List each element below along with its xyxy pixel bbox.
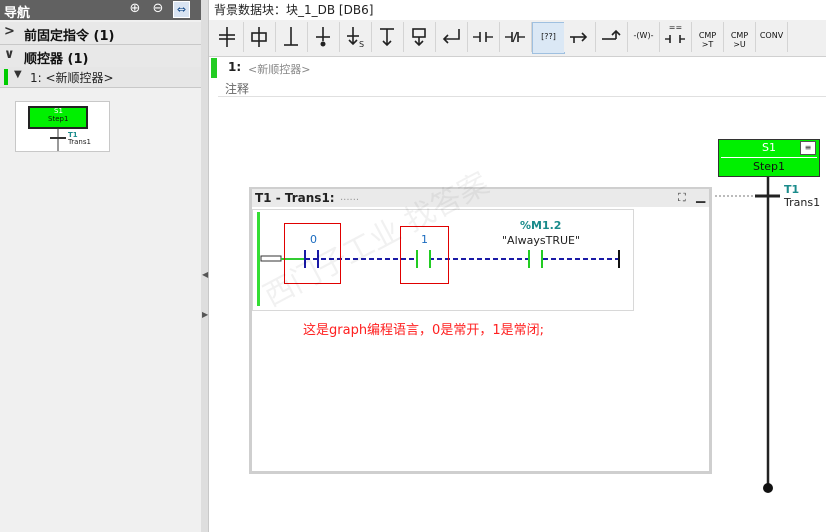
transition-name[interactable]: Trans1 bbox=[784, 196, 820, 209]
triangle-down-icon: ▼ bbox=[14, 69, 22, 80]
transition-popup-title: T1 - Trans1: bbox=[255, 191, 335, 205]
annotation-text: 这是graph编程语言，0是常开，1是常闭; bbox=[303, 323, 544, 338]
graph-toolbar: S [??] -(W)- == CMP >T CMP >U CONV bbox=[209, 20, 826, 57]
nav-row-pre-fixed[interactable]: > 前固定指令 (1) bbox=[0, 22, 201, 45]
sequence-chain-lines bbox=[715, 175, 780, 493]
contact-always-true[interactable] bbox=[526, 250, 546, 270]
coil-w-text: -(W)- bbox=[633, 31, 654, 40]
network-divider bbox=[218, 96, 826, 97]
zoom-in-icon[interactable]: ⊕ bbox=[127, 1, 143, 17]
nav-item-label: 1: <新顺控器> bbox=[30, 71, 114, 85]
alternative-branch-icon[interactable] bbox=[372, 22, 404, 52]
close-branch-icon[interactable] bbox=[596, 22, 628, 52]
branch-icon[interactable] bbox=[308, 22, 340, 52]
conv-text: CONV bbox=[759, 31, 784, 40]
nav-row-label: 顺控器 (1) bbox=[24, 52, 89, 67]
simultaneous-branch-icon[interactable] bbox=[404, 22, 436, 52]
transition-popup-name[interactable]: ...... bbox=[340, 192, 359, 203]
jump-icon[interactable] bbox=[436, 22, 468, 52]
nav-row-sequencer[interactable]: ∨ 顺控器 (1) bbox=[0, 45, 201, 68]
coil-w-icon[interactable]: -(W)- bbox=[628, 22, 660, 52]
svg-text:S: S bbox=[359, 40, 364, 49]
open-branch-icon[interactable] bbox=[564, 22, 596, 52]
compare-icon[interactable]: == bbox=[660, 22, 692, 52]
network-comment[interactable]: 注释 bbox=[225, 80, 249, 97]
transition-icon[interactable] bbox=[276, 22, 308, 52]
step-action-list-icon[interactable]: ≡ bbox=[800, 141, 816, 155]
empty-box-icon[interactable]: [??] bbox=[532, 22, 565, 54]
nc-contact-icon[interactable] bbox=[500, 22, 532, 52]
network-status-marker bbox=[4, 69, 8, 85]
nav-title: 导航 bbox=[4, 6, 31, 21]
empty-box-text: [??] bbox=[541, 32, 556, 41]
thumb-trans-name: Trans1 bbox=[68, 138, 91, 146]
cmp-gt-text: CMP >T bbox=[698, 31, 717, 49]
conv-icon[interactable]: CONV bbox=[756, 22, 788, 52]
network-number: 1: bbox=[228, 60, 242, 74]
nav-item-new-sequencer[interactable]: ▼ 1: <新顺控器> bbox=[0, 67, 201, 88]
nav-row-label: 前固定指令 (1) bbox=[24, 29, 115, 44]
sequencer-thumbnail[interactable]: S1 Step1 T1 Trans1 bbox=[15, 101, 110, 152]
cmp-u-icon[interactable]: CMP >U bbox=[724, 22, 756, 52]
fit-view-icon[interactable]: ⇔ bbox=[173, 1, 190, 18]
expand-right-icon[interactable]: ▶ bbox=[202, 310, 208, 322]
network-status-marker bbox=[211, 58, 217, 78]
network-name[interactable]: <新顺控器> bbox=[248, 61, 310, 77]
step-divider bbox=[721, 157, 817, 158]
operand-symbol: "AlwaysTRUE" bbox=[502, 234, 581, 247]
step-plus-icon[interactable] bbox=[244, 22, 276, 52]
panel-splitter[interactable] bbox=[201, 0, 209, 532]
zoom-out-icon[interactable]: ⊖ bbox=[150, 1, 166, 17]
expand-icon[interactable]: ⛶ bbox=[678, 191, 686, 205]
chevron-right-icon: > bbox=[4, 24, 15, 39]
cmp-u-text: CMP >U bbox=[730, 31, 749, 49]
minimize-icon[interactable]: ▁ bbox=[696, 189, 705, 203]
cmp-gt-icon[interactable]: CMP >T bbox=[692, 22, 724, 52]
transition-number[interactable]: T1 bbox=[784, 183, 799, 196]
collapse-left-icon[interactable]: ◀ bbox=[202, 270, 208, 282]
step-end-icon[interactable]: S bbox=[340, 22, 372, 52]
compare-text: == bbox=[668, 23, 683, 32]
step-name: Step1 bbox=[752, 160, 786, 173]
step-icon[interactable] bbox=[212, 22, 244, 52]
instance-db-title: 背景数据块：块_1_DB [DB6] bbox=[214, 3, 374, 17]
operand-address: %M1.2 bbox=[520, 219, 562, 232]
nav-header: 导航 bbox=[0, 0, 201, 21]
thumb-step-no: S1 bbox=[54, 107, 63, 115]
no-contact-icon[interactable] bbox=[468, 22, 500, 52]
thumb-step-name: Step1 bbox=[48, 115, 69, 123]
chevron-down-icon: ∨ bbox=[4, 47, 15, 62]
